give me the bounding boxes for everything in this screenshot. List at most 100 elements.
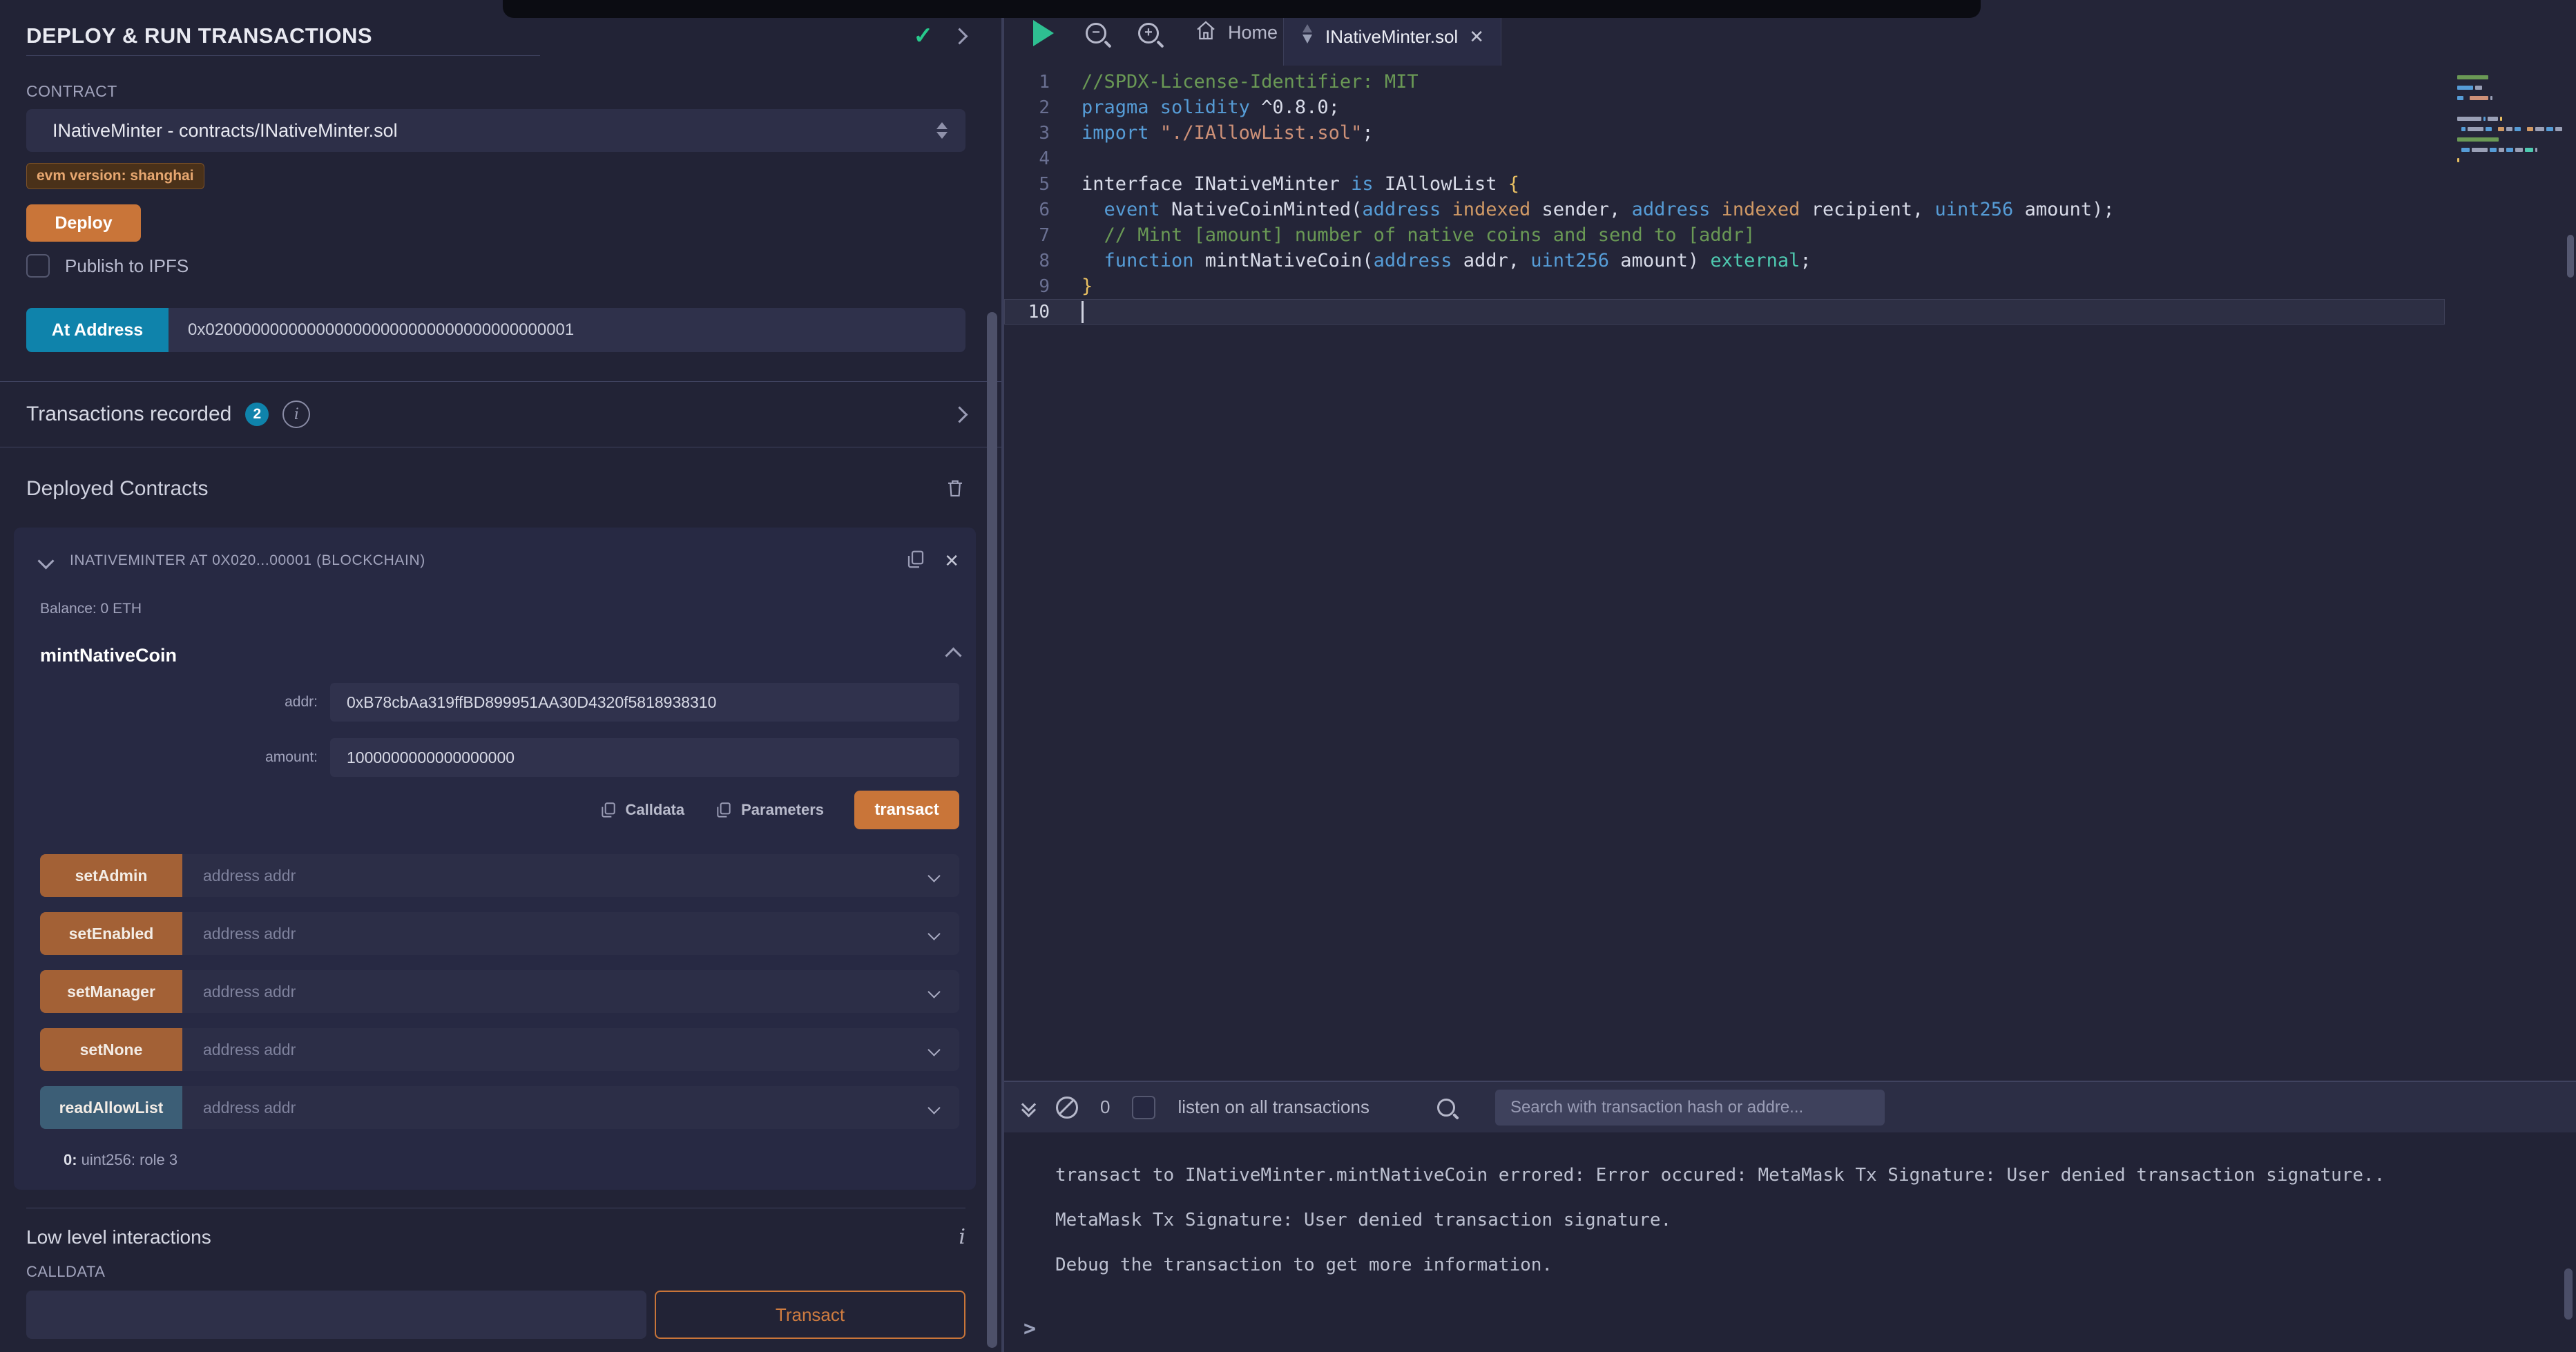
readAllowList-args-input[interactable]: address addr [182,1086,959,1129]
page-title: DEPLOY & RUN TRANSACTIONS [26,23,372,48]
readAllowList-button[interactable]: readAllowList [40,1086,182,1129]
expand-terminal-icon[interactable] [1023,1099,1034,1115]
function-result: 0: uint256: role 3 [40,1151,959,1169]
transactions-count-badge: 2 [245,403,269,426]
terminal-prompt[interactable]: > [1023,1317,1036,1341]
setManager-args-input[interactable]: address addr [182,970,959,1013]
select-arrows-icon[interactable] [936,122,948,139]
collapse-contract-chevron-icon[interactable] [37,552,54,569]
zoom-out-icon[interactable]: − [1086,23,1106,44]
copy-parameters-button[interactable]: Parameters [715,801,824,819]
home-tab-label: Home [1228,22,1278,44]
contract-select[interactable]: INativeMinter - contracts/INativeMinter.… [26,109,965,152]
editor-region: − + Home INativeMinter.sol ✕ 1//SPDX-Lic… [1004,0,2576,1352]
result-index: 0: [64,1151,77,1168]
minimap-line [2457,127,2562,131]
code-line-10[interactable]: 10 [1004,299,2445,325]
clear-terminal-icon[interactable] [1056,1097,1078,1119]
home-icon [1195,19,1217,46]
contract-label: CONTRACT [26,82,965,101]
low-level-info-icon[interactable]: i [959,1225,965,1249]
expand-function-chevron-icon[interactable] [927,869,940,882]
terminal-logs: transact to INativeMinter.mintNativeCoin… [1004,1132,2576,1288]
transact-button[interactable]: transact [854,791,959,829]
expand-transactions-chevron-icon[interactable] [951,406,968,423]
setAdmin-button[interactable]: setAdmin [40,854,182,897]
pending-tx-count: 0 [1100,1097,1110,1118]
setNone-args-input[interactable]: address addr [182,1028,959,1071]
at-address-input[interactable] [169,308,965,352]
low-level-transact-button[interactable]: Transact [655,1291,965,1339]
minimap-line [2457,106,2562,110]
collapse-function-chevron-icon[interactable] [945,647,961,664]
compile-success-check-icon: ✓ [914,22,934,50]
code-line-6[interactable]: 6 event NativeCoinMinted(address indexed… [1004,197,2445,222]
minimap-line [2457,137,2562,142]
tab-home[interactable]: Home [1195,19,1278,46]
expand-function-chevron-icon[interactable] [927,985,940,998]
parameters-button-label: Parameters [741,801,824,819]
function-row-setEnabled: setEnabled address addr [40,912,959,955]
setAdmin-args-input[interactable]: address addr [182,854,959,897]
calldata-input[interactable] [26,1291,646,1339]
expanded-function-name: mintNativeCoin [40,645,177,666]
addr-param-input[interactable] [330,683,959,722]
code-text: // Mint [amount] number of native coins … [1082,224,1755,246]
setEnabled-args-input[interactable]: address addr [182,912,959,955]
input-placeholder: address addr [203,1099,296,1117]
code-line-8[interactable]: 8 function mintNativeCoin(address addr, … [1004,248,2445,273]
trash-icon[interactable] [945,476,965,502]
collapse-panel-chevron-icon[interactable] [951,28,968,44]
code-line-9[interactable]: 9} [1004,273,2445,299]
contract-instance-title: INATIVEMINTER AT 0X020...00001 (BLOCKCHA… [70,552,425,569]
editor-minimap[interactable] [2457,75,2562,179]
close-tab-icon[interactable]: ✕ [1469,26,1484,48]
remove-contract-icon[interactable]: ✕ [944,550,959,572]
terminal-toolbar: 0 listen on all transactions [1004,1082,2576,1132]
run-script-play-icon[interactable] [1033,20,1054,46]
function-row-setNone: setNoneaddress addr [40,1028,959,1071]
input-placeholder: address addr [203,867,296,885]
listen-all-transactions-checkbox[interactable] [1132,1096,1155,1119]
copy-calldata-button[interactable]: Calldata [599,801,685,819]
setEnabled-button[interactable]: setEnabled [40,912,182,955]
code-line-2[interactable]: 2pragma solidity ^0.8.0; [1004,95,2445,120]
at-address-button[interactable]: At Address [26,308,169,352]
contract-select-value: INativeMinter - contracts/INativeMinter.… [52,120,398,142]
code-line-1[interactable]: 1//SPDX-License-Identifier: MIT [1004,69,2445,95]
text-cursor [1082,301,1084,323]
input-placeholder: address addr [203,925,296,943]
info-icon[interactable]: i [282,400,310,428]
expand-function-chevron-icon[interactable] [927,1101,940,1114]
deployed-contracts-title: Deployed Contracts [26,477,208,501]
top-black-bar [503,0,1981,18]
deploy-button[interactable]: Deploy [26,204,141,242]
amount-param-input[interactable] [330,738,959,777]
terminal-search-input[interactable] [1495,1090,1885,1126]
contract-function-list: setAdminaddress addrsetEnabledaddress ad… [40,854,959,1129]
code-line-7[interactable]: 7 // Mint [amount] number of native coin… [1004,222,2445,248]
code-editor[interactable]: 1//SPDX-License-Identifier: MIT2pragma s… [1004,66,2576,325]
title-underline [26,55,540,56]
line-number: 10 [1004,302,1082,322]
editor-scrollbar[interactable] [2567,235,2574,278]
expand-function-chevron-icon[interactable] [927,927,940,940]
function-row-setManager: setManageraddress addr [40,970,959,1013]
setNone-button[interactable]: setNone [40,1028,182,1071]
code-text: } [1082,276,1093,297]
expand-function-chevron-icon[interactable] [927,1043,940,1056]
code-line-3[interactable]: 3import "./IAllowList.sol"; [1004,120,2445,146]
setManager-button[interactable]: setManager [40,970,182,1013]
line-number: 5 [1004,174,1082,195]
zoom-in-icon[interactable]: + [1138,23,1159,44]
function-row-readAllowList: readAllowList address addr [40,1086,959,1129]
left-panel-scrollbar[interactable] [987,312,997,1348]
line-number: 1 [1004,72,1082,93]
code-text: //SPDX-License-Identifier: MIT [1082,71,1419,93]
line-number: 9 [1004,276,1082,297]
publish-ipfs-checkbox[interactable] [26,254,50,278]
code-line-4[interactable]: 4 [1004,146,2445,171]
copy-address-icon[interactable] [905,549,926,573]
code-line-5[interactable]: 5interface INativeMinter is IAllowList { [1004,171,2445,197]
terminal-scrollbar[interactable] [2564,1268,2573,1320]
